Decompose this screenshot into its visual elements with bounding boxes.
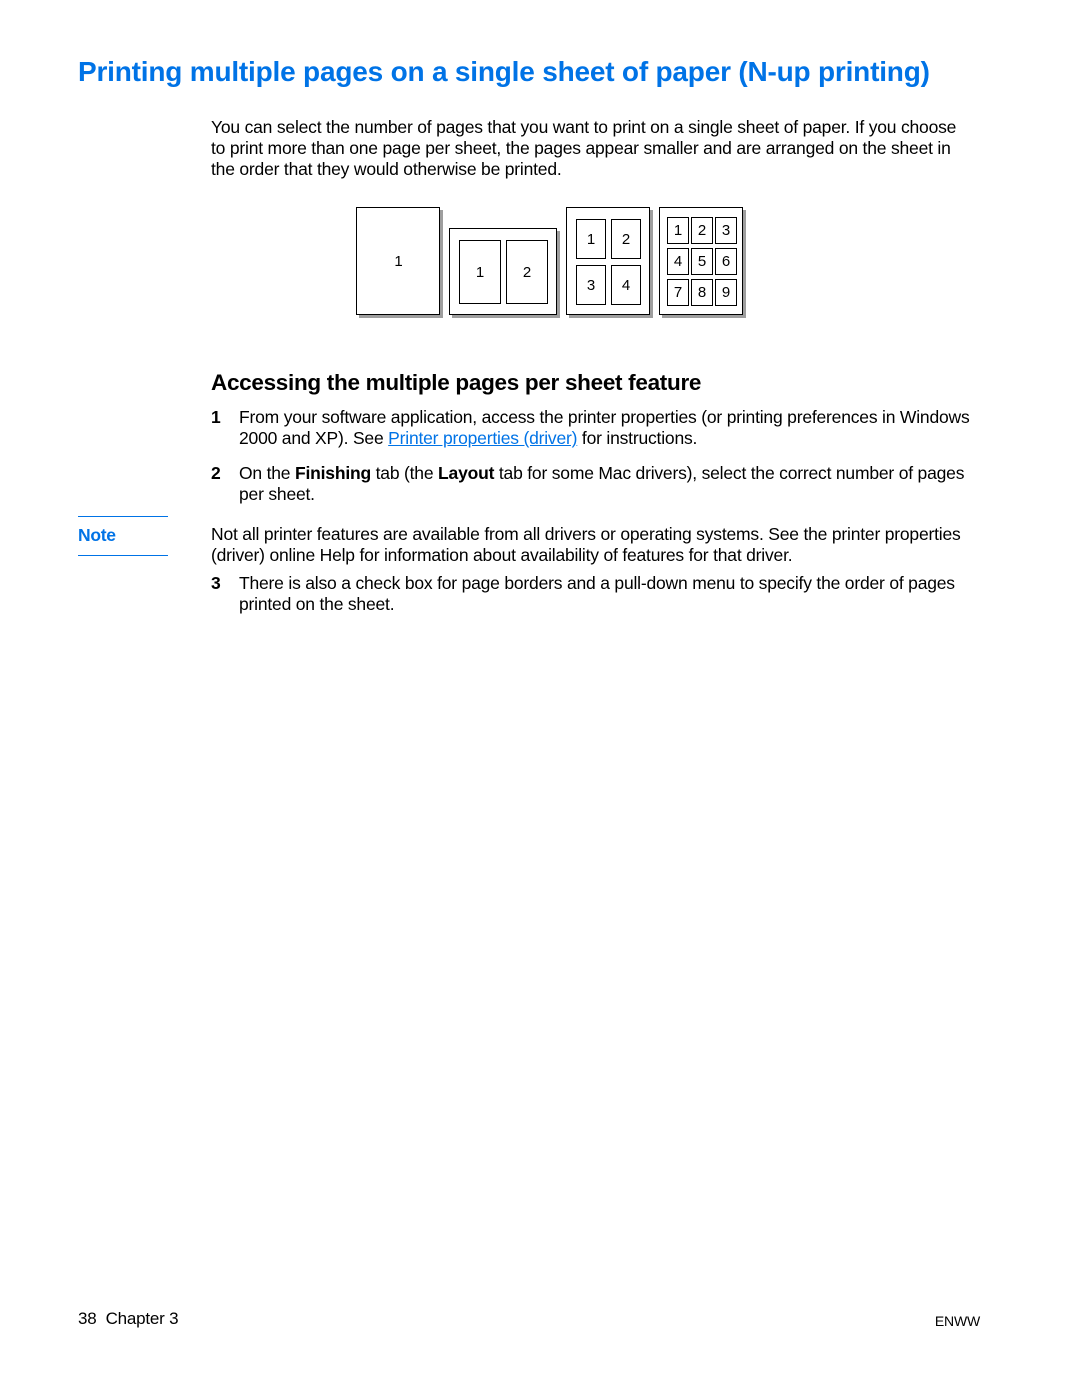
bold-term: Layout: [438, 463, 494, 483]
intro-paragraph: You can select the number of pages that …: [211, 117, 971, 180]
page: Printing multiple pages on a single shee…: [0, 0, 1080, 1397]
cell-label: 2: [622, 231, 630, 248]
cell-label: 4: [674, 253, 682, 270]
step-1: 1 From your software application, access…: [211, 407, 971, 449]
note-divider: [78, 516, 168, 517]
sheet-1up: 1: [356, 207, 440, 315]
cell-label: 1: [476, 264, 484, 281]
step-text: On the: [239, 463, 295, 483]
page-number: 38: [78, 1309, 97, 1328]
note-label: Note: [78, 525, 116, 546]
chapter-label: Chapter 3: [106, 1309, 179, 1328]
nup-diagram: 1 1 2 1 2 3 4 1 2 3 4 5 6 7 8: [356, 199, 756, 329]
bold-term: Finishing: [295, 463, 371, 483]
cell-label: 1: [674, 222, 682, 239]
cell-label: 4: [622, 277, 630, 294]
language-code: ENWW: [935, 1313, 980, 1329]
sheet-9up: 1 2 3 4 5 6 7 8 9: [659, 207, 743, 315]
section-subtitle: Accessing the multiple pages per sheet f…: [211, 370, 701, 396]
sheet-2up: 1 2: [449, 228, 557, 315]
cell-label: 3: [587, 277, 595, 294]
note-divider: [78, 555, 168, 556]
cell-label: 1: [394, 253, 402, 270]
step-text: tab (the: [371, 463, 438, 483]
cell-label: 5: [698, 253, 706, 270]
sheet-4up: 1 2 3 4: [566, 207, 650, 315]
step-text: There is also a check box for page borde…: [239, 573, 971, 615]
step-number: 2: [211, 463, 239, 505]
step-number: 3: [211, 573, 239, 615]
page-title: Printing multiple pages on a single shee…: [78, 56, 930, 88]
steps-list: 1 From your software application, access…: [211, 407, 971, 519]
cell-label: 3: [722, 222, 730, 239]
note-text: Not all printer features are available f…: [211, 524, 971, 566]
step-2: 2 On the Finishing tab (the Layout tab f…: [211, 463, 971, 505]
cell-label: 2: [698, 222, 706, 239]
printer-properties-link[interactable]: Printer properties (driver): [388, 428, 577, 448]
cell-label: 6: [722, 253, 730, 270]
step-text: for instructions.: [577, 428, 697, 448]
step-3: 3 There is also a check box for page bor…: [211, 573, 971, 615]
cell-label: 7: [674, 284, 682, 301]
cell-label: 1: [587, 231, 595, 248]
cell-label: 9: [722, 284, 730, 301]
cell-label: 2: [523, 264, 531, 281]
step-number: 1: [211, 407, 239, 449]
cell-label: 8: [698, 284, 706, 301]
